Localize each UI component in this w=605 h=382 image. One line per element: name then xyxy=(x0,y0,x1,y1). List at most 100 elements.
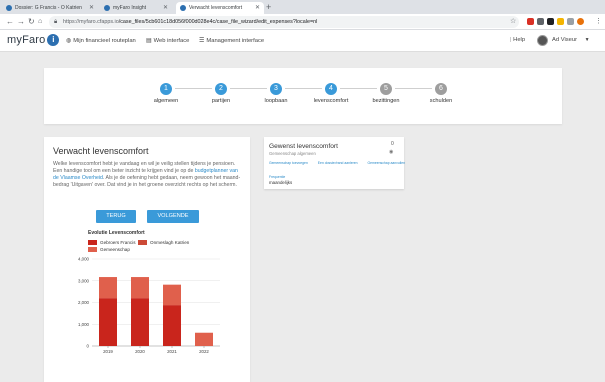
user-name: Ad Viseur xyxy=(552,37,578,43)
app-header: myFaro i ◍ Mijn financieel routeplan ▤ Web … xyxy=(0,30,605,52)
side-card-count: 0 xyxy=(391,141,394,147)
step-label: partijen xyxy=(211,98,231,104)
nav-management-interface[interactable]: ☰ Management interface xyxy=(199,37,264,44)
step-label: schulden xyxy=(429,98,453,104)
extension-icon[interactable] xyxy=(547,18,554,25)
wizard-step-loopbaan[interactable]: 3 loopbaan xyxy=(246,83,306,104)
bar-segment xyxy=(163,305,181,346)
page-title: Verwacht levenscomfort xyxy=(53,146,149,156)
extension-icon[interactable] xyxy=(567,18,574,25)
x-tick-label: 2019 xyxy=(103,349,113,354)
menu-icon: ☰ xyxy=(199,38,205,44)
eye-icon[interactable]: ◉ xyxy=(389,149,393,155)
nav-label: Management interface xyxy=(206,38,265,44)
step-label: algemeen xyxy=(153,98,179,104)
help-label: Help xyxy=(513,37,526,43)
x-tick-label: 2020 xyxy=(135,349,145,354)
info-logo-icon: i xyxy=(47,34,60,46)
wizard-step-schulden[interactable]: 6 schulden xyxy=(411,83,471,104)
frequency-value: maandelijks xyxy=(269,180,293,185)
levenscomfort-chart: Evolutie Levenscomfort Gebroers Francis … xyxy=(54,230,224,358)
chevron-down-icon: ▼ xyxy=(584,37,590,43)
wizard-step-partijen[interactable]: 2 partijen xyxy=(191,83,251,104)
wizard-step-algemeen[interactable]: 1 algemeen xyxy=(136,83,196,104)
reload-icon[interactable]: ↻ xyxy=(28,16,35,28)
y-tick-label: 4,000 xyxy=(78,257,90,262)
step-label: loopbaan xyxy=(264,98,288,104)
chart-plot: 0 1,000 2,000 3,000 4,000 2019 2020 2021 2022 xyxy=(78,257,220,354)
gewenst-levenscomfort-card: Gewenst levenscomfort Gemeenschap algeme… xyxy=(264,137,405,189)
wizard-step-levenscomfort[interactable]: 4 levenscomfort xyxy=(301,83,361,104)
globe-icon: ◍ xyxy=(66,38,72,44)
favicon-icon xyxy=(180,5,186,11)
browser-tab-insight[interactable]: myFaro Insight ✕ xyxy=(100,2,172,14)
home-icon[interactable]: ⌂ xyxy=(38,16,42,28)
wizard-step-bezittingen[interactable]: 5 bezittingen xyxy=(356,83,416,104)
tab-title: Dossier: G Francis - O Katrien xyxy=(15,5,82,11)
favicon-icon xyxy=(6,5,12,11)
bookmark-star-icon[interactable]: ☆ xyxy=(510,16,516,28)
step-number-badge: 5 xyxy=(380,83,392,95)
bar-segment xyxy=(195,332,213,346)
bar-segment xyxy=(99,277,117,299)
extension-icon[interactable] xyxy=(527,18,534,25)
next-button[interactable]: VOLGENDE xyxy=(147,210,199,223)
y-tick-label: 3,000 xyxy=(78,278,90,283)
side-card-title: Gewenst levenscomfort xyxy=(269,143,338,150)
kebab-menu-icon[interactable]: ⋮ xyxy=(595,16,602,28)
close-tab-icon[interactable]: ✕ xyxy=(89,2,94,14)
y-tick-label: 2,000 xyxy=(78,300,90,305)
step-number-badge: 3 xyxy=(270,83,282,95)
help-link[interactable]: | Help xyxy=(510,37,525,43)
nav-label: Web interface xyxy=(153,38,190,44)
logo-text: myFaro xyxy=(7,34,46,46)
bar-segment xyxy=(131,298,149,346)
address-bar[interactable]: 🔒︎ https://myfaro.cfapps.io/case_files/5… xyxy=(49,16,519,28)
divider: | xyxy=(510,37,512,43)
browser-toolbar: ← → ↻ ⌂ 🔒︎ https://myfaro.cfapps.io/case… xyxy=(0,14,605,30)
side-tab[interactable]: Een dossier/rand aanleren xyxy=(318,161,358,165)
side-tab[interactable]: Gemeenschap toevoegen xyxy=(269,161,308,165)
close-tab-icon[interactable]: ✕ xyxy=(255,2,260,14)
step-number-badge: 4 xyxy=(325,83,337,95)
browser-tab-dossier[interactable]: Dossier: G Francis - O Katrien ✕ xyxy=(2,2,98,14)
frequency-label: Frequentie xyxy=(269,175,286,179)
y-tick-label: 0 xyxy=(87,344,90,349)
favicon-icon xyxy=(104,5,110,11)
bar-segment xyxy=(131,277,149,299)
extension-icon[interactable] xyxy=(537,18,544,25)
browser-tab-levenscomfort[interactable]: Verwacht levenscomfort ✕ xyxy=(176,2,264,14)
nav-label: Mijn financieel routeplan xyxy=(73,38,136,44)
bar-segment xyxy=(99,298,117,346)
url-path: /case_files/5cb601c18d056f000d028e4c/cas… xyxy=(118,19,318,25)
side-tab[interactable]: Gemeenschap aanvullen xyxy=(368,161,406,165)
x-tick-label: 2021 xyxy=(167,349,177,354)
tab-title: Verwacht levenscomfort xyxy=(189,5,243,11)
lock-icon: 🔒︎ xyxy=(54,19,58,25)
nav-routeplan[interactable]: ◍ Mijn financieel routeplan xyxy=(66,37,136,44)
y-tick-label: 1,000 xyxy=(78,322,90,327)
step-number-badge: 6 xyxy=(435,83,447,95)
tab-title: myFaro Insight xyxy=(113,5,147,11)
profile-icon[interactable] xyxy=(577,18,584,25)
bank-icon: ▤ xyxy=(146,38,152,44)
step-label: bezittingen xyxy=(372,98,400,104)
step-number-badge: 2 xyxy=(215,83,227,95)
user-menu[interactable]: Ad Viseur ▼ xyxy=(552,37,590,43)
avatar[interactable] xyxy=(537,35,548,46)
side-card-tabs: Gemeenschap toevoegen Een dossier/rand a… xyxy=(269,161,414,165)
bar-segment xyxy=(163,284,181,306)
x-tick-label: 2022 xyxy=(199,349,209,354)
browser-tab-bar: Dossier: G Francis - O Katrien ✕ myFaro … xyxy=(0,0,605,14)
extension-icon[interactable] xyxy=(557,18,564,25)
url-host: https://myfaro.cfapps.io xyxy=(63,19,119,25)
myfaro-logo[interactable]: myFaro i xyxy=(7,34,60,46)
close-tab-icon[interactable]: ✕ xyxy=(163,2,168,14)
new-tab-button[interactable]: + xyxy=(266,2,271,13)
description-text: Welke levenscomfort hebt je vandaag en w… xyxy=(53,161,245,189)
back-arrow-icon[interactable]: ← xyxy=(6,16,14,28)
step-label: levenscomfort xyxy=(313,98,349,104)
back-button[interactable]: TERUG xyxy=(96,210,136,223)
nav-web-interface[interactable]: ▤ Web interface xyxy=(146,37,189,44)
forward-arrow-icon[interactable]: → xyxy=(17,16,25,28)
